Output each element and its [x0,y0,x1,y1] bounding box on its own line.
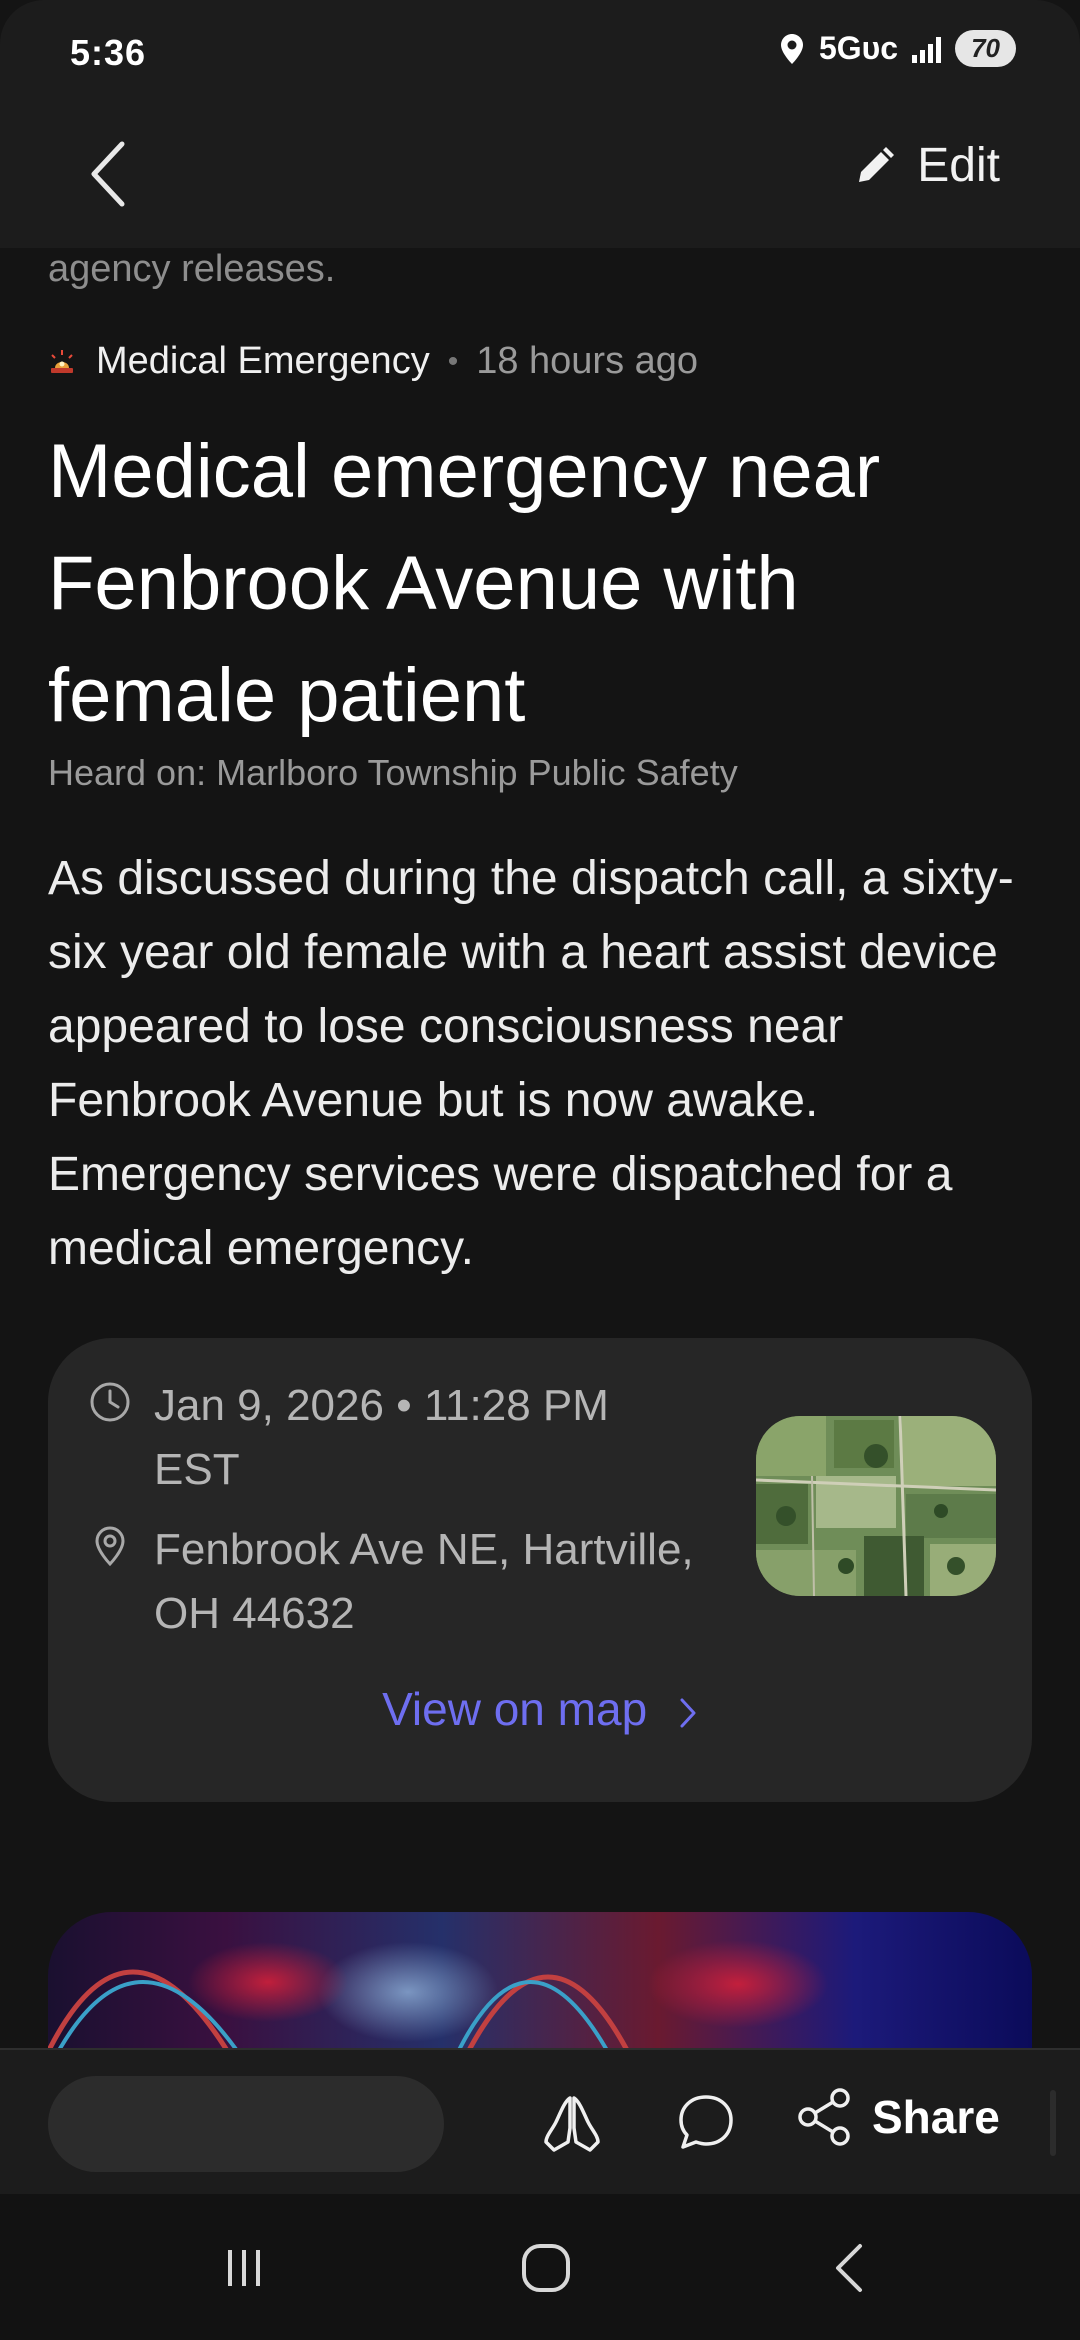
nav-back-button[interactable] [820,2238,880,2298]
previous-text-snippet: agency releases. [48,248,336,290]
location-pin-icon [95,1526,125,1567]
share-icon [798,2088,850,2146]
satellite-map-image [756,1416,996,1596]
address-row: Fenbrook Ave NE, Hartville, OH 44632 [88,1518,694,1646]
status-indicators: 5Gᴜᴄ 70 [779,30,1016,67]
comment-button[interactable] [676,2092,736,2152]
network-type: 5Gᴜᴄ [818,30,899,66]
comment-icon [679,2095,733,2149]
article-body: As discussed during the dispatch call, a… [48,852,1014,1275]
pencil-icon [859,146,895,182]
comment-input[interactable] [48,2076,444,2172]
share-label: Share [872,2091,1000,2143]
pray-button[interactable] [540,2092,604,2156]
promo-banner[interactable] [48,1912,1032,2048]
category-label[interactable]: Medical Emergency [96,340,430,383]
article-meta: Medical Emergency • 18 hours ago [48,340,698,383]
recent-apps-button[interactable] [214,2238,274,2298]
clock-icon [90,1382,130,1422]
home-icon [522,2244,570,2292]
article-title: Medical emergency near Fenbrook Avenue w… [48,429,881,738]
chevron-right-icon [680,1698,696,1728]
emergency-lights-graphic [48,1940,828,2048]
separator-dot: • [447,344,459,378]
praying-hands-icon [544,2096,600,2152]
map-thumbnail[interactable] [756,1416,996,1596]
event-address: Fenbrook Ave NE, Hartville, OH 44632 [154,1525,694,1638]
time-ago: 18 hours ago [476,340,699,382]
system-nav-bar [0,2194,1080,2340]
back-icon [836,2244,862,2292]
status-time: 5:36 [70,32,147,73]
emergency-siren-icon [51,349,73,373]
signal-icon [912,35,942,63]
status-bar: 5:36 5Gᴜᴄ 70 [0,0,1080,104]
back-button[interactable] [80,134,140,214]
battery-indicator: 70 [955,30,1016,67]
view-on-map-link[interactable]: View on map [48,1682,1032,1736]
home-button[interactable] [516,2238,576,2298]
edit-label: Edit [917,139,1000,192]
recent-apps-icon [228,2250,260,2286]
overflow-indicator [1050,2090,1056,2156]
datetime-row: Jan 9, 2026 • 11:28 PM EST [88,1374,694,1502]
share-button[interactable]: Share [796,2086,1000,2148]
chevron-left-icon [91,141,125,207]
edit-button[interactable]: Edit [855,138,1000,193]
event-info-card: Jan 9, 2026 • 11:28 PM EST Fenbrook Ave … [48,1338,1032,1802]
location-icon [780,33,803,64]
event-datetime: Jan 9, 2026 • 11:28 PM EST [154,1381,609,1494]
bottom-action-bar: Share [0,2048,1080,2196]
app-header: Edit [0,104,1080,248]
view-on-map-label: View on map [382,1683,648,1735]
heard-on-source[interactable]: Heard on: Marlboro Township Public Safet… [48,752,738,794]
article-content[interactable]: agency releases. Medical Emergency • 18 … [0,248,1080,2048]
